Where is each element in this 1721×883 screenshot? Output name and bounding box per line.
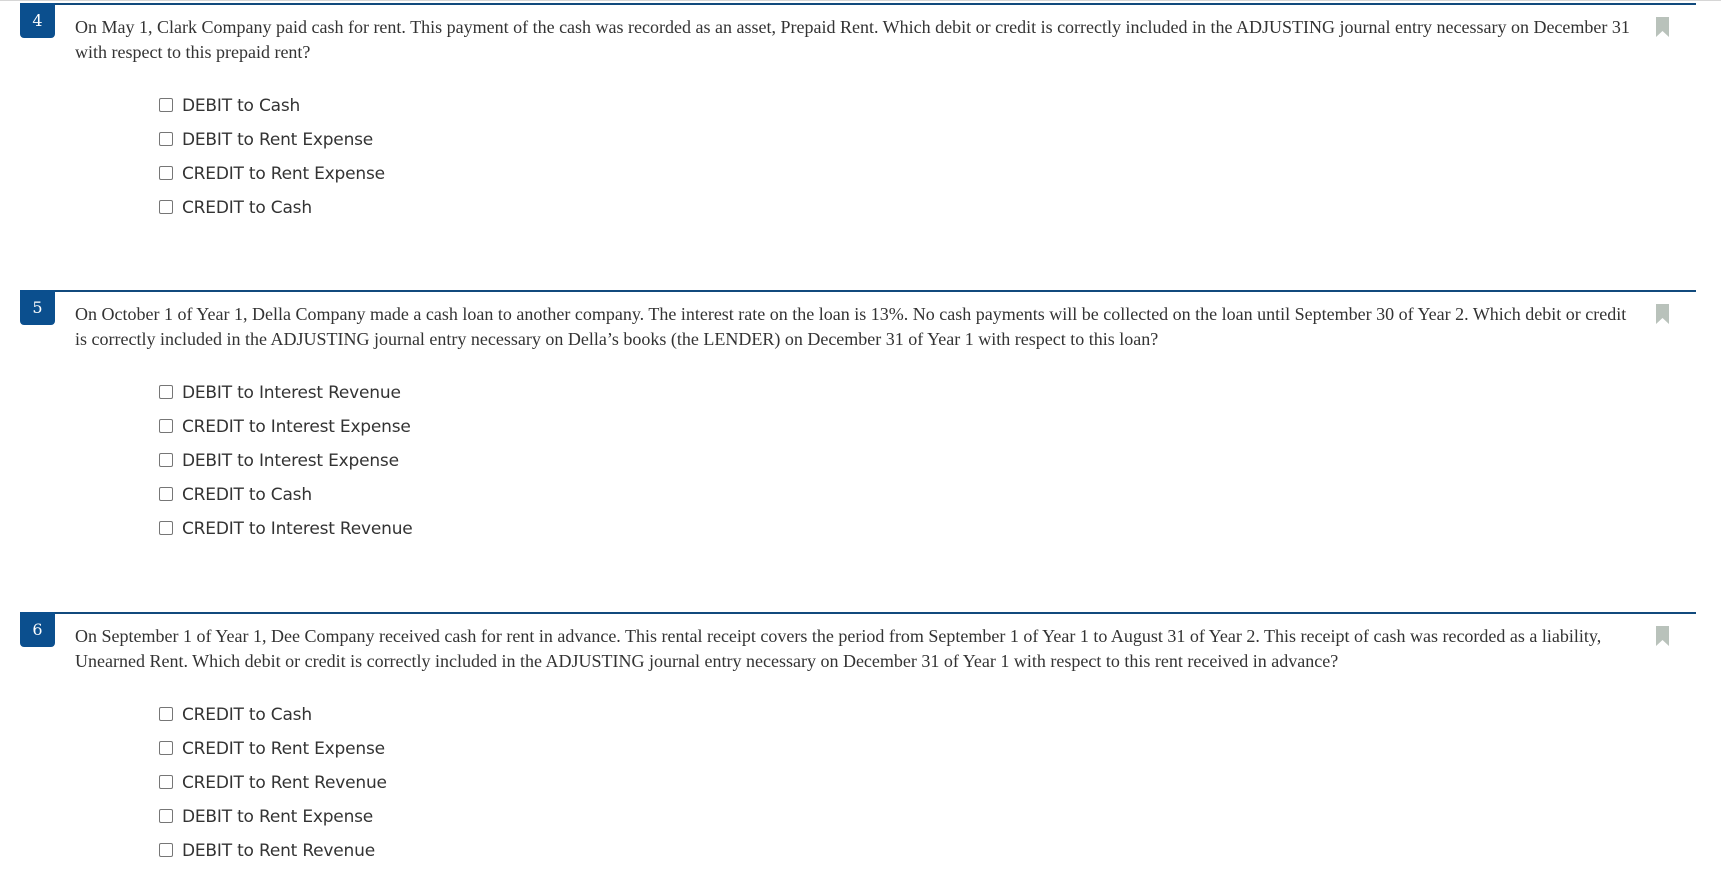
checkbox[interactable] [159, 740, 173, 755]
checkbox[interactable] [159, 97, 173, 112]
answer-option[interactable]: CREDIT to Cash [159, 698, 387, 732]
option-label: DEBIT to Cash [182, 96, 301, 116]
bookmark-icon[interactable] [1656, 304, 1669, 324]
checkbox[interactable] [159, 520, 173, 535]
option-label: DEBIT to Rent Expense [182, 807, 374, 827]
option-label: CREDIT to Cash [182, 198, 312, 218]
checkbox[interactable] [159, 131, 173, 146]
option-label: CREDIT to Rent Expense [182, 164, 385, 184]
answer-option[interactable]: CREDIT to Rent Revenue [159, 766, 387, 800]
option-label: CREDIT to Rent Expense [182, 739, 385, 759]
question-number-badge: 4 [20, 3, 55, 38]
question-text: On May 1, Clark Company paid cash for re… [75, 17, 1630, 62]
option-label: CREDIT to Cash [182, 705, 312, 725]
question-number-badge: 6 [20, 612, 55, 647]
checkbox[interactable] [159, 842, 173, 857]
answer-option[interactable]: DEBIT to Rent Revenue [159, 834, 387, 868]
answer-option[interactable]: CREDIT to Interest Revenue [159, 512, 413, 546]
option-label: CREDIT to Interest Expense [182, 417, 411, 437]
option-label: DEBIT to Interest Revenue [182, 383, 401, 403]
answer-option[interactable]: CREDIT to Cash [159, 191, 385, 225]
question-divider [20, 290, 1696, 292]
answer-option[interactable]: CREDIT to Interest Expense [159, 410, 413, 444]
checkbox[interactable] [159, 199, 173, 214]
checkbox[interactable] [159, 808, 173, 823]
checkbox[interactable] [159, 706, 173, 721]
answer-option[interactable]: CREDIT to Cash [159, 478, 413, 512]
answer-option[interactable]: DEBIT to Rent Expense [159, 123, 385, 157]
question-divider [20, 612, 1696, 614]
checkbox[interactable] [159, 418, 173, 433]
option-label: DEBIT to Interest Expense [182, 451, 399, 471]
answer-options: DEBIT to Interest Revenue CREDIT to Inte… [159, 376, 413, 546]
checkbox[interactable] [159, 384, 173, 399]
answer-option[interactable]: CREDIT to Rent Expense [159, 157, 385, 191]
checkbox[interactable] [159, 486, 173, 501]
question-number-badge: 5 [20, 290, 55, 325]
answer-options: CREDIT to Cash CREDIT to Rent Expense CR… [159, 698, 387, 868]
option-label: CREDIT to Interest Revenue [182, 519, 413, 539]
answer-option[interactable]: DEBIT to Cash [159, 89, 385, 123]
bookmark-icon[interactable] [1656, 17, 1669, 37]
option-label: CREDIT to Rent Revenue [182, 773, 387, 793]
answer-options: DEBIT to Cash DEBIT to Rent Expense CRED… [159, 89, 385, 225]
bookmark-icon[interactable] [1656, 626, 1669, 646]
answer-option[interactable]: CREDIT to Rent Expense [159, 732, 387, 766]
answer-option[interactable]: DEBIT to Rent Expense [159, 800, 387, 834]
checkbox[interactable] [159, 165, 173, 180]
option-label: DEBIT to Rent Revenue [182, 841, 375, 861]
option-label: CREDIT to Cash [182, 485, 312, 505]
answer-option[interactable]: DEBIT to Interest Revenue [159, 376, 413, 410]
question-text: On September 1 of Year 1, Dee Company re… [75, 626, 1602, 671]
question-divider [20, 3, 1696, 5]
checkbox[interactable] [159, 452, 173, 467]
option-label: DEBIT to Rent Expense [182, 130, 374, 150]
checkbox[interactable] [159, 774, 173, 789]
question-text: On October 1 of Year 1, Della Company ma… [75, 304, 1627, 349]
top-border [0, 0, 1721, 1]
answer-option[interactable]: DEBIT to Interest Expense [159, 444, 413, 478]
